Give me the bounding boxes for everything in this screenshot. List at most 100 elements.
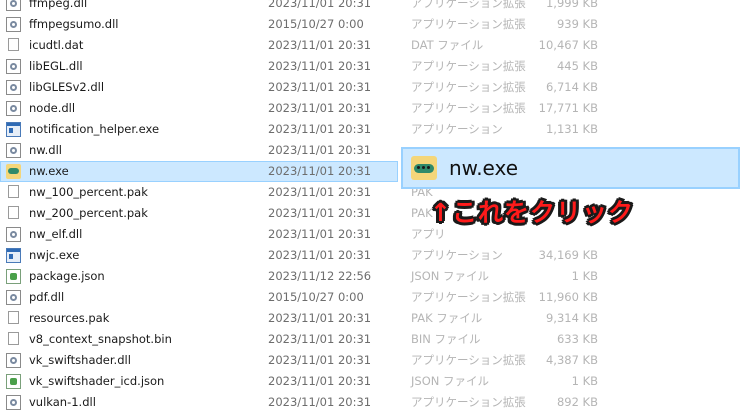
file-type: アプリケーション拡張 bbox=[411, 17, 526, 31]
file-row[interactable]: libEGL.dll 2023/11/01 20:31 アプリケーション拡張 445 … bbox=[0, 56, 740, 77]
file-size: 1,131 KB bbox=[545, 122, 598, 136]
file-row[interactable]: libGLESv2.dll 2023/11/01 20:31 アプリケーション拡張 6… bbox=[0, 77, 740, 98]
file-name: v8_context_snapshot.bin bbox=[29, 332, 172, 346]
file-row[interactable]: package.json 2023/11/12 22:56 JSON ファイル 1 K… bbox=[0, 266, 740, 287]
file-date: 2023/11/01 20:31 bbox=[268, 248, 372, 262]
file-name: vk_swiftshader_icd.json bbox=[29, 374, 165, 388]
file-type: アプリケーション拡張 bbox=[411, 395, 526, 409]
file-date: 2023/11/01 20:31 bbox=[268, 185, 372, 199]
file-row[interactable]: resources.pak 2023/11/01 20:31 PAK ファイル 9,3… bbox=[0, 308, 740, 329]
click-here-annotation: ↑これをクリック bbox=[430, 198, 634, 227]
file-date: 2023/11/01 20:31 bbox=[268, 164, 372, 178]
file-date: 2015/10/27 0:00 bbox=[268, 290, 364, 304]
drag-preview-nw-exe: nw.exe bbox=[401, 147, 740, 189]
file-name: package.json bbox=[29, 269, 105, 283]
file-date: 2023/11/01 20:31 bbox=[268, 122, 372, 136]
file-row[interactable]: nwjc.exe 2023/11/01 20:31 アプリケーション 34,169 K… bbox=[0, 245, 740, 266]
file-name: nw_elf.dll bbox=[29, 227, 83, 241]
file-row[interactable]: icudtl.dat 2023/11/01 20:31 DAT ファイル 10,467… bbox=[0, 35, 740, 56]
file-size: 633 KB bbox=[556, 332, 598, 346]
dll-file-icon bbox=[6, 59, 21, 74]
file-name: libGLESv2.dll bbox=[29, 80, 105, 94]
file-row[interactable]: v8_context_snapshot.bin 2023/11/01 20:31 B… bbox=[0, 329, 740, 350]
file-type: BIN ファイル bbox=[411, 332, 481, 346]
file-date: 2023/11/01 20:31 bbox=[268, 0, 372, 10]
dll-file-icon bbox=[6, 395, 21, 410]
file-size: 1 KB bbox=[571, 269, 598, 283]
file-date: 2023/11/01 20:31 bbox=[268, 206, 372, 220]
json-file-icon bbox=[6, 269, 21, 284]
file-name: nw.exe bbox=[29, 164, 69, 178]
file-name: icudtl.dat bbox=[29, 38, 84, 52]
file-type: アプリケーション拡張 bbox=[411, 0, 526, 10]
file-type: JSON ファイル bbox=[411, 269, 490, 283]
file-name: notification_helper.exe bbox=[29, 122, 160, 136]
file-row[interactable]: ffmpeg.dll 2023/11/01 20:31 アプリケーション拡張 1,99… bbox=[0, 0, 740, 14]
dll-file-icon bbox=[6, 227, 21, 242]
file-type: アプリケーション拡張 bbox=[411, 353, 526, 367]
file-date: 2023/11/01 20:31 bbox=[268, 374, 372, 388]
blank-file-icon bbox=[8, 206, 19, 219]
blank-file-icon bbox=[8, 185, 19, 198]
file-name: nwjc.exe bbox=[29, 248, 80, 262]
file-row[interactable]: vulkan-1.dll 2023/11/01 20:31 アプリケーション拡張 89… bbox=[0, 392, 740, 413]
file-size: 1,999 KB bbox=[545, 0, 598, 10]
file-name: ffmpeg.dll bbox=[29, 0, 88, 10]
file-date: 2023/11/01 20:31 bbox=[268, 38, 372, 52]
file-name: vulkan-1.dll bbox=[29, 395, 96, 409]
file-name: nw.dll bbox=[29, 143, 62, 157]
dll-file-icon bbox=[6, 80, 21, 95]
file-date: 2023/11/12 22:56 bbox=[268, 269, 372, 283]
file-name: ffmpegsumo.dll bbox=[29, 17, 119, 31]
dll-file-icon bbox=[6, 353, 21, 368]
file-name: node.dll bbox=[29, 101, 76, 115]
file-type: JSON ファイル bbox=[411, 374, 490, 388]
file-date: 2023/11/01 20:31 bbox=[268, 311, 372, 325]
file-type: アプリケーション拡張 bbox=[411, 80, 526, 94]
file-size: 34,169 KB bbox=[538, 248, 598, 262]
file-type: アプリケーション bbox=[411, 248, 503, 262]
file-name: nw_200_percent.pak bbox=[29, 206, 148, 220]
file-date: 2023/11/01 20:31 bbox=[268, 353, 372, 367]
file-date: 2023/11/01 20:31 bbox=[268, 395, 372, 409]
blank-file-icon bbox=[8, 38, 19, 51]
drag-preview-label: nw.exe bbox=[449, 156, 519, 180]
nw-app-icon bbox=[411, 156, 437, 180]
file-row[interactable]: vk_swiftshader_icd.json 2023/11/01 20:31 J… bbox=[0, 371, 740, 392]
file-name: vk_swiftshader.dll bbox=[29, 353, 131, 367]
file-date: 2023/11/01 20:31 bbox=[268, 332, 372, 346]
file-type: DAT ファイル bbox=[411, 38, 484, 52]
file-row[interactable]: notification_helper.exe 2023/11/01 20:31 ア… bbox=[0, 119, 740, 140]
file-size: 17,771 KB bbox=[538, 101, 598, 115]
file-type: アプリケーション拡張 bbox=[411, 59, 526, 73]
file-row[interactable]: ffmpegsumo.dll 2015/10/27 0:00 アプリケーション拡張 9… bbox=[0, 14, 740, 35]
file-row[interactable]: pdf.dll 2015/10/27 0:00 アプリケーション拡張 11,960 K… bbox=[0, 287, 740, 308]
blank-file-icon bbox=[8, 332, 19, 345]
file-name: pdf.dll bbox=[29, 290, 65, 304]
file-date: 2015/10/27 0:00 bbox=[268, 17, 364, 31]
exe-file-icon bbox=[6, 122, 21, 137]
file-date: 2023/11/01 20:31 bbox=[268, 143, 372, 157]
exe-file-icon bbox=[6, 248, 21, 263]
nw-app-icon bbox=[6, 164, 21, 179]
file-row[interactable]: node.dll 2023/11/01 20:31 アプリケーション拡張 17,771… bbox=[0, 98, 740, 119]
dll-file-icon bbox=[6, 290, 21, 305]
file-size: 939 KB bbox=[556, 17, 598, 31]
dll-file-icon bbox=[6, 0, 21, 11]
file-size: 892 KB bbox=[556, 395, 598, 409]
file-row[interactable]: nw.exe 2023/11/01 20:31 bbox=[0, 161, 398, 182]
file-size: 1 KB bbox=[571, 374, 598, 388]
file-type: アプリケーション bbox=[411, 122, 503, 136]
dll-file-icon bbox=[6, 143, 21, 158]
file-type: PAK ファイル bbox=[411, 311, 483, 325]
file-row[interactable]: vk_swiftshader.dll 2023/11/01 20:31 アプリケーシ… bbox=[0, 350, 740, 371]
blank-file-icon bbox=[8, 311, 19, 324]
dll-file-icon bbox=[6, 17, 21, 32]
file-date: 2023/11/01 20:31 bbox=[268, 101, 372, 115]
file-size: 4,387 KB bbox=[545, 353, 598, 367]
file-date: 2023/11/01 20:31 bbox=[268, 80, 372, 94]
file-name: resources.pak bbox=[29, 311, 110, 325]
file-type: アプリケーション拡張 bbox=[411, 101, 526, 115]
dll-file-icon bbox=[6, 101, 21, 116]
json-file-icon bbox=[6, 374, 21, 389]
